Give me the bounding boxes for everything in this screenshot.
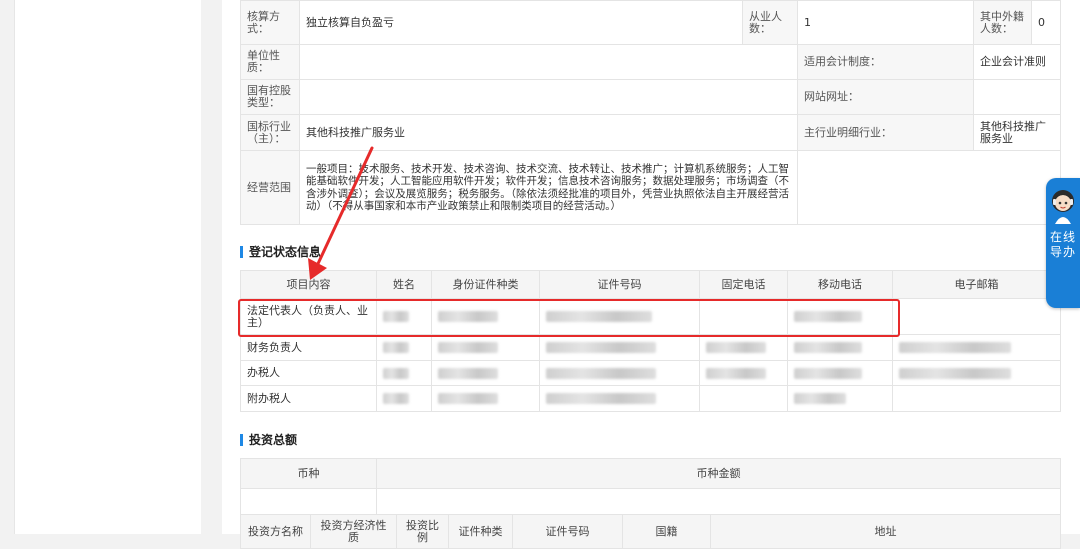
unit-nature-value — [299, 44, 798, 80]
header-email: 电子邮箱 — [892, 270, 1061, 299]
registration-table: 项目内容 姓名 身份证件种类 证件号码 固定电话 移动电话 电子邮箱 法定代表人… — [240, 270, 1061, 412]
investor-nature-header: 投资方经济性质 — [310, 514, 397, 549]
header-name: 姓名 — [376, 270, 432, 299]
redacted-name — [376, 385, 432, 412]
accounting-system-label: 适用会计制度： — [797, 44, 974, 80]
redacted-id-type — [431, 385, 540, 412]
investor-table: 投资方名称 投资方经济性质 投资比例 证件种类 证件号码 国籍 地址 — [240, 514, 1061, 549]
redacted-mobile — [787, 334, 893, 361]
amount-cell — [376, 488, 1061, 515]
redacted-name — [376, 334, 432, 361]
redacted-landline — [699, 334, 788, 361]
redacted-id-number — [539, 334, 700, 361]
redacted-landline — [699, 385, 788, 412]
redacted-email — [892, 385, 1061, 412]
investment-section-title: 投资总额 — [240, 434, 297, 446]
state-holding-value — [299, 79, 798, 115]
header-item: 项目内容 — [240, 270, 377, 299]
tax-agent-cell: 办税人 — [240, 360, 377, 386]
redacted-id-number — [539, 360, 700, 386]
redacted-email — [892, 334, 1061, 361]
redacted-name — [376, 360, 432, 386]
redacted-email — [892, 298, 1061, 335]
legal-representative-highlight-box — [238, 299, 900, 337]
currency-cell — [240, 488, 377, 515]
service-avatar-icon — [1052, 190, 1074, 224]
redacted-mobile — [787, 360, 893, 386]
accounting-system-value: 企业会计准则 — [973, 44, 1061, 80]
redacted-id-number — [539, 385, 700, 412]
amount-header: 币种金额 — [376, 458, 1061, 489]
registration-section-title: 登记状态信息 — [240, 246, 321, 258]
redacted-landline — [699, 360, 788, 386]
currency-header: 币种 — [240, 458, 377, 489]
investor-id-number-header: 证件号码 — [512, 514, 623, 549]
employees-label: 从业人数： — [742, 0, 798, 45]
industry-label: 国标行业（主）： — [240, 114, 300, 151]
table-row: 办税人 — [240, 360, 1061, 386]
foreign-employees-label: 其中外籍人数： — [973, 0, 1032, 45]
header-landline: 固定电话 — [699, 270, 788, 299]
business-scope-label: 经营范围 — [240, 150, 300, 225]
header-id-type: 身份证件种类 — [431, 270, 540, 299]
online-help-widget[interactable]: 在线导办 — [1046, 178, 1080, 308]
investor-name-header: 投资方名称 — [240, 514, 311, 549]
table-row: 财务负责人 — [240, 334, 1061, 361]
website-label: 网站网址： — [797, 79, 974, 115]
left-edge — [0, 0, 14, 534]
redacted-email — [892, 360, 1061, 386]
foreign-employees-value: 0 — [1031, 0, 1061, 45]
header-mobile: 移动电话 — [787, 270, 893, 299]
finance-head-cell: 财务负责人 — [240, 334, 377, 361]
table-row: 附办税人 — [240, 385, 1061, 412]
main-industry-detail-value: 其他科技推广服务业 — [973, 114, 1061, 151]
employees-value: 1 — [797, 0, 974, 45]
main-industry-detail-label: 主行业明细行业： — [797, 114, 974, 151]
business-scope-empty — [797, 150, 1061, 225]
assistant-tax-agent-cell: 附办税人 — [240, 385, 377, 412]
redacted-id-type — [431, 334, 540, 361]
accounting-method-value: 独立核算自负盈亏 — [299, 0, 743, 45]
website-value — [973, 79, 1061, 115]
unit-nature-label: 单位性质： — [240, 44, 300, 80]
nationality-header: 国籍 — [622, 514, 711, 549]
investment-currency-table: 币种 币种金额 — [240, 458, 1061, 515]
online-help-label: 在线导办 — [1049, 230, 1076, 259]
redacted-id-type — [431, 360, 540, 386]
left-sidebar-panel — [14, 0, 201, 534]
business-scope-value: 一般项目：技术服务、技术开发、技术咨询、技术交流、技术转让、技术推广；计算机系统… — [299, 150, 798, 225]
header-id-number: 证件号码 — [539, 270, 700, 299]
investor-id-type-header: 证件种类 — [448, 514, 513, 549]
investment-ratio-header: 投资比例 — [396, 514, 449, 549]
basic-info-table: 核算方式： 独立核算自负盈亏 从业人数： 1 其中外籍人数： 0 单位性质： 适… — [240, 0, 1061, 225]
address-header: 地址 — [710, 514, 1061, 549]
industry-value: 其他科技推广服务业 — [299, 114, 798, 151]
redacted-mobile — [787, 385, 893, 412]
accounting-method-label: 核算方式： — [240, 0, 300, 45]
state-holding-label: 国有控股类型： — [240, 79, 300, 115]
